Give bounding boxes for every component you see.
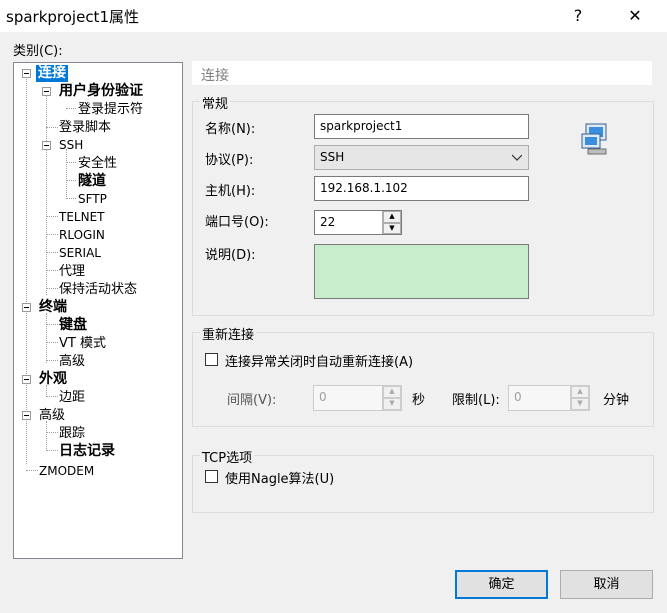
- section-header: 连接: [192, 61, 652, 85]
- tree-item-keepalive[interactable]: 保持活动状态: [59, 281, 137, 298]
- interval-field[interactable]: 0 ▲ ▼: [313, 385, 402, 411]
- description-label: 说明(D):: [205, 248, 256, 263]
- limit-unit: 分钟: [603, 393, 630, 408]
- description-field[interactable]: [314, 244, 529, 299]
- tree-item-proxy[interactable]: 代理: [59, 263, 85, 280]
- general-group-label: 常规: [200, 93, 231, 112]
- tree-item-telnet[interactable]: TELNET: [59, 209, 105, 226]
- tree-item-zmodem[interactable]: ZMODEM: [39, 463, 94, 480]
- ok-button[interactable]: 确定: [455, 570, 548, 599]
- host-label: 主机(H):: [205, 184, 256, 199]
- tree-item-logging[interactable]: 日志记录: [59, 443, 115, 460]
- tree-item-terminal[interactable]: 终端: [39, 299, 67, 316]
- tree-item-margins[interactable]: 边距: [59, 389, 85, 406]
- tree-item-auth[interactable]: 用户身份验证: [59, 83, 143, 100]
- tree-item-serial[interactable]: SERIAL: [59, 245, 101, 262]
- section-title: 连接: [201, 68, 229, 84]
- limit-value: 0: [514, 390, 522, 404]
- network-computer-icon: [581, 123, 607, 155]
- expander-icon[interactable]: [22, 411, 31, 420]
- help-icon[interactable]: ?: [566, 4, 590, 28]
- spin-up-icon[interactable]: ▲: [571, 386, 589, 398]
- reconnect-group-label: 重新连接: [200, 324, 257, 343]
- nagle-checkbox[interactable]: [205, 470, 218, 483]
- tree-item-login-prompt[interactable]: 登录提示符: [78, 101, 143, 118]
- spin-down-icon[interactable]: ▼: [571, 398, 589, 410]
- category-label: 类别(C):: [13, 44, 63, 59]
- nagle-label[interactable]: 使用Nagle算法(U): [225, 468, 334, 487]
- tree-item-connection[interactable]: 连接: [36, 65, 68, 82]
- expander-icon[interactable]: [42, 87, 51, 96]
- port-value: 22: [320, 215, 336, 229]
- tree-item-sftp[interactable]: SFTP: [78, 191, 107, 208]
- interval-unit: 秒: [412, 393, 426, 408]
- port-label: 端口号(O):: [205, 215, 269, 230]
- expander-icon[interactable]: [22, 303, 31, 312]
- name-label: 名称(N):: [205, 122, 256, 137]
- protocol-select[interactable]: SSH: [314, 145, 529, 170]
- spin-down-icon[interactable]: ▼: [383, 222, 401, 234]
- name-field[interactable]: sparkproject1: [314, 114, 529, 139]
- expander-icon[interactable]: [22, 375, 31, 384]
- limit-spinner[interactable]: ▲ ▼: [570, 386, 589, 410]
- interval-label: 间隔(V):: [227, 393, 277, 408]
- category-tree[interactable]: 连接 用户身份验证 登录提示符 登录脚本 SSH 安全性 隧道 SFTP TEL…: [13, 62, 183, 559]
- chevron-down-icon: [512, 154, 522, 161]
- tree-item-ssh[interactable]: SSH: [59, 137, 83, 154]
- auto-reconnect-label[interactable]: 连接异常关闭时自动重新连接(A): [225, 351, 413, 370]
- tree-item-vt-mode[interactable]: VT 模式: [59, 335, 106, 352]
- reconnect-group: [192, 332, 654, 427]
- tree-item-rlogin[interactable]: RLOGIN: [59, 227, 105, 244]
- tree-item-tunnel[interactable]: 隧道: [78, 173, 106, 190]
- port-field[interactable]: 22 ▲ ▼: [314, 210, 402, 235]
- interval-spinner[interactable]: ▲ ▼: [382, 386, 401, 410]
- tree-item-keyboard[interactable]: 键盘: [59, 317, 87, 334]
- host-field[interactable]: 192.168.1.102: [314, 176, 529, 201]
- window-title: sparkproject1属性: [6, 8, 139, 26]
- tree-item-terminal-advanced[interactable]: 高级: [59, 353, 85, 370]
- spin-down-icon[interactable]: ▼: [383, 398, 401, 410]
- tree-item-appearance[interactable]: 外观: [39, 371, 67, 388]
- tree-item-advanced[interactable]: 高级: [39, 407, 65, 424]
- spin-up-icon[interactable]: ▲: [383, 211, 401, 223]
- protocol-value: SSH: [320, 150, 345, 164]
- tree-item-security[interactable]: 安全性: [78, 155, 117, 172]
- expander-icon[interactable]: [42, 141, 51, 150]
- tree-item-login-script[interactable]: 登录脚本: [59, 119, 111, 136]
- port-spinner[interactable]: ▲ ▼: [382, 211, 401, 234]
- expander-icon[interactable]: [22, 69, 31, 78]
- protocol-label: 协议(P):: [205, 153, 254, 168]
- auto-reconnect-checkbox[interactable]: [205, 353, 218, 366]
- interval-value: 0: [319, 390, 327, 404]
- tree-item-trace[interactable]: 跟踪: [59, 425, 85, 442]
- tcp-group-label: TCP选项: [200, 447, 255, 466]
- title-bar: sparkproject1属性 ? ✕: [0, 0, 667, 32]
- close-icon[interactable]: ✕: [623, 4, 647, 28]
- limit-field[interactable]: 0 ▲ ▼: [508, 385, 590, 411]
- spin-up-icon[interactable]: ▲: [383, 386, 401, 398]
- limit-label: 限制(L):: [452, 393, 500, 408]
- cancel-button[interactable]: 取消: [560, 570, 653, 599]
